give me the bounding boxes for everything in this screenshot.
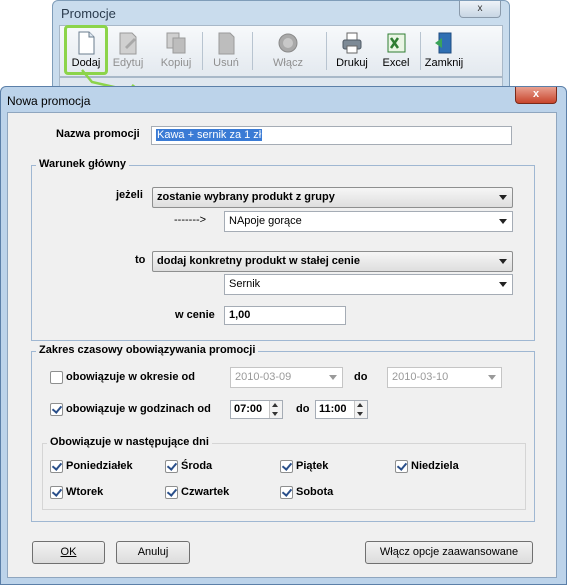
chevron-down-icon — [499, 282, 507, 287]
date-from-value: 2010-03-09 — [235, 371, 292, 383]
date-to-label: do — [354, 371, 368, 383]
day-checkbox-tuesday[interactable] — [50, 486, 63, 499]
new-promotion-dialog: Nowa promocja x Nazwa promocji Kawa + se… — [0, 86, 567, 585]
name-label: Nazwa promocji — [56, 128, 140, 140]
chevron-down-icon — [499, 259, 507, 264]
spinner-buttons[interactable] — [269, 401, 282, 418]
power-icon — [278, 33, 298, 53]
product-group-select[interactable]: NApoje gorące — [224, 211, 513, 232]
toolbar-separator — [202, 32, 203, 70]
action-type-value: dodaj konkretny produkt w stałej cenie — [157, 255, 360, 267]
dialog-body: Nazwa promocji Kawa + sernik za 1 zł War… — [7, 112, 557, 578]
delete-button-label: Usuń — [213, 57, 239, 69]
promotion-name-value: Kawa + sernik za 1 zł — [156, 129, 263, 141]
hour-from-value: 07:00 — [234, 403, 263, 415]
dialog-close-button[interactable]: x — [515, 87, 557, 104]
day-label-saturday: Sobota — [296, 486, 334, 498]
edit-button[interactable]: Edytuj — [108, 28, 148, 72]
day-checkbox-thursday[interactable] — [165, 486, 178, 499]
hours-label: obowiązuje w godzinach od — [66, 403, 211, 415]
advanced-options-button[interactable]: Włącz opcje zaawansowane — [365, 541, 533, 564]
day-label-wednesday: Środa — [181, 460, 213, 472]
arrow-down-icon — [272, 412, 278, 416]
product-group-value: NApoje gorące — [229, 215, 302, 227]
hours-checkbox[interactable] — [50, 403, 63, 416]
ok-button-label: OK — [60, 546, 77, 558]
condition-type-value: zostanie wybrany produkt z grupy — [157, 191, 335, 203]
chevron-down-icon — [499, 219, 507, 224]
promotion-name-input[interactable]: Kawa + sernik za 1 zł — [151, 126, 512, 145]
dialog-title: Nowa promocja — [7, 94, 91, 108]
edit-document-icon — [119, 32, 137, 55]
to-label: to — [135, 254, 146, 266]
arrow-down-icon — [357, 412, 363, 416]
days-group: Obowiązuje w następujące dni — [42, 436, 526, 510]
enable-button-label: Włącz — [273, 57, 303, 69]
background-window-title: Promocje — [61, 6, 116, 21]
day-checkbox-sunday[interactable] — [395, 460, 408, 473]
toolbar-separator — [420, 32, 421, 70]
delete-icon — [218, 32, 235, 55]
price-input[interactable]: 1,00 — [224, 306, 346, 325]
close-window-button-label: Zamknij — [424, 57, 464, 69]
day-label-sunday: Niedziela — [411, 460, 459, 472]
chevron-down-icon — [499, 195, 507, 200]
excel-icon — [387, 33, 406, 53]
if-label: jeżeli — [116, 189, 143, 201]
exit-door-icon — [435, 32, 452, 54]
delete-button[interactable]: Usuń — [206, 28, 246, 72]
day-label-thursday: Czwartek — [181, 486, 230, 498]
hour-to-label: do — [296, 403, 310, 415]
day-label-monday: Poniedziałek — [66, 460, 133, 472]
enable-button[interactable]: Włącz — [268, 28, 308, 72]
day-checkbox-friday[interactable] — [280, 460, 293, 473]
days-title: Obowiązuje w następujące dni — [47, 436, 212, 448]
copy-button[interactable]: Kopiuj — [156, 28, 196, 72]
print-button-label: Drukuj — [336, 57, 368, 69]
day-checkbox-wednesday[interactable] — [165, 460, 178, 473]
hour-from-spinner[interactable]: 07:00 — [230, 400, 283, 419]
day-label-friday: Piątek — [296, 460, 329, 472]
day-checkbox-monday[interactable] — [50, 460, 63, 473]
day-checkbox-saturday[interactable] — [280, 486, 293, 499]
hour-to-value: 11:00 — [319, 403, 347, 415]
product-value: Sernik — [229, 278, 261, 290]
day-label-tuesday: Wtorek — [66, 486, 104, 498]
toolbar-separator — [252, 32, 253, 70]
toolbar-separator — [326, 32, 327, 70]
period-label: obowiązuje w okresie od — [66, 371, 195, 383]
chevron-down-icon — [329, 375, 337, 380]
new-document-icon — [78, 31, 95, 55]
spinner-buttons[interactable] — [354, 401, 367, 418]
excel-button[interactable]: Excel — [376, 28, 416, 72]
print-button[interactable]: Drukuj — [332, 28, 372, 72]
close-window-button[interactable]: Zamknij — [424, 28, 464, 72]
arrow-label: -------> — [174, 214, 207, 226]
hour-to-spinner[interactable]: 11:00 — [315, 400, 368, 419]
background-close-button[interactable]: x — [459, 1, 501, 18]
excel-button-label: Excel — [382, 57, 410, 69]
ok-button[interactable]: OK — [32, 541, 105, 564]
cancel-button[interactable]: Anuluj — [116, 541, 190, 564]
action-type-select[interactable]: dodaj konkretny produkt w stałej cenie — [152, 251, 513, 272]
printer-icon — [342, 32, 362, 54]
time-range-title: Zakres czasowy obowiązywania promocji — [36, 344, 259, 356]
arrow-up-icon — [272, 403, 278, 407]
date-from-picker[interactable]: 2010-03-09 — [230, 367, 343, 388]
copy-button-label: Kopiuj — [160, 57, 192, 69]
chevron-down-icon — [488, 375, 496, 380]
copy-icon — [166, 32, 186, 54]
price-label: w cenie — [175, 309, 215, 321]
date-to-value: 2010-03-10 — [392, 371, 449, 383]
arrow-up-icon — [357, 403, 363, 407]
product-select[interactable]: Sernik — [224, 274, 513, 295]
period-checkbox[interactable] — [50, 371, 63, 384]
main-condition-title: Warunek główny — [36, 158, 129, 170]
date-to-picker[interactable]: 2010-03-10 — [387, 367, 502, 388]
condition-type-select[interactable]: zostanie wybrany produkt z grupy — [152, 187, 513, 208]
